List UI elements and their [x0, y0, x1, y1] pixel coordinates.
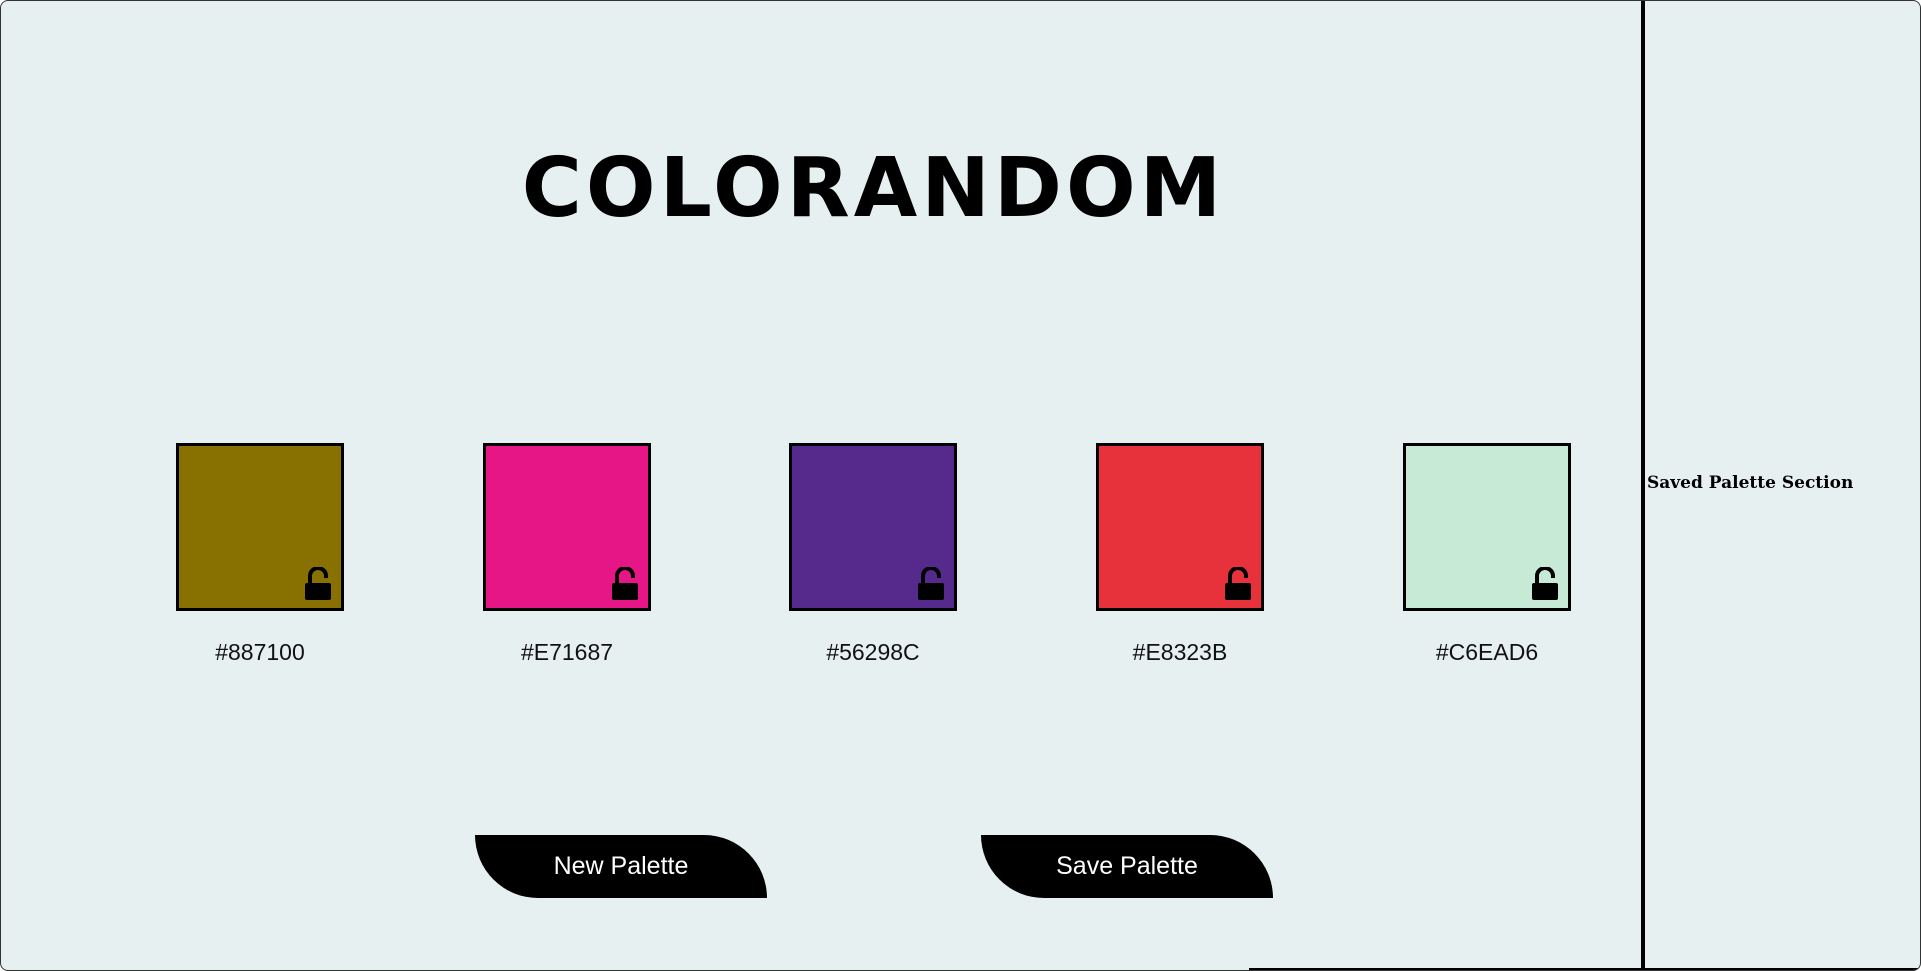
unlock-icon[interactable]	[304, 567, 332, 601]
unlock-icon[interactable]	[1224, 567, 1252, 601]
unlock-icon[interactable]	[1531, 567, 1559, 601]
swatch-card-3: #56298C	[789, 443, 957, 673]
hex-label-1: #887100	[215, 639, 305, 665]
page-title: COLORANDOM	[521, 141, 1226, 236]
hex-label-3: #56298C	[826, 639, 920, 665]
saved-palette-section: Saved Palette Section	[1645, 1, 1920, 970]
color-swatch-2[interactable]	[483, 443, 651, 611]
color-swatch-3[interactable]	[789, 443, 957, 611]
app-window: COLORANDOM #887100 #E71687 #56298C #E832…	[0, 0, 1921, 971]
saved-palette-title: Saved Palette Section	[1647, 473, 1854, 493]
color-swatch-4[interactable]	[1096, 443, 1264, 611]
swatch-card-2: #E71687	[483, 443, 651, 673]
swatch-card-1: #887100	[176, 443, 344, 673]
swatch-card-4: #E8323B	[1096, 443, 1264, 673]
hex-label-4: #E8323B	[1132, 639, 1228, 665]
unlock-icon[interactable]	[917, 567, 945, 601]
new-palette-button[interactable]: New Palette	[475, 835, 767, 898]
save-palette-button[interactable]: Save Palette	[981, 835, 1273, 898]
swatch-card-5: #C6EAD6	[1403, 443, 1571, 673]
palette-swatches: #887100 #E71687 #56298C #E8323B #C6EAD6	[1, 443, 1641, 683]
unlock-icon[interactable]	[611, 567, 639, 601]
color-swatch-1[interactable]	[176, 443, 344, 611]
main-section: COLORANDOM #887100 #E71687 #56298C #E832…	[1, 1, 1641, 970]
color-swatch-5[interactable]	[1403, 443, 1571, 611]
hex-label-2: #E71687	[520, 639, 614, 665]
hex-label-5: #C6EAD6	[1435, 639, 1539, 665]
